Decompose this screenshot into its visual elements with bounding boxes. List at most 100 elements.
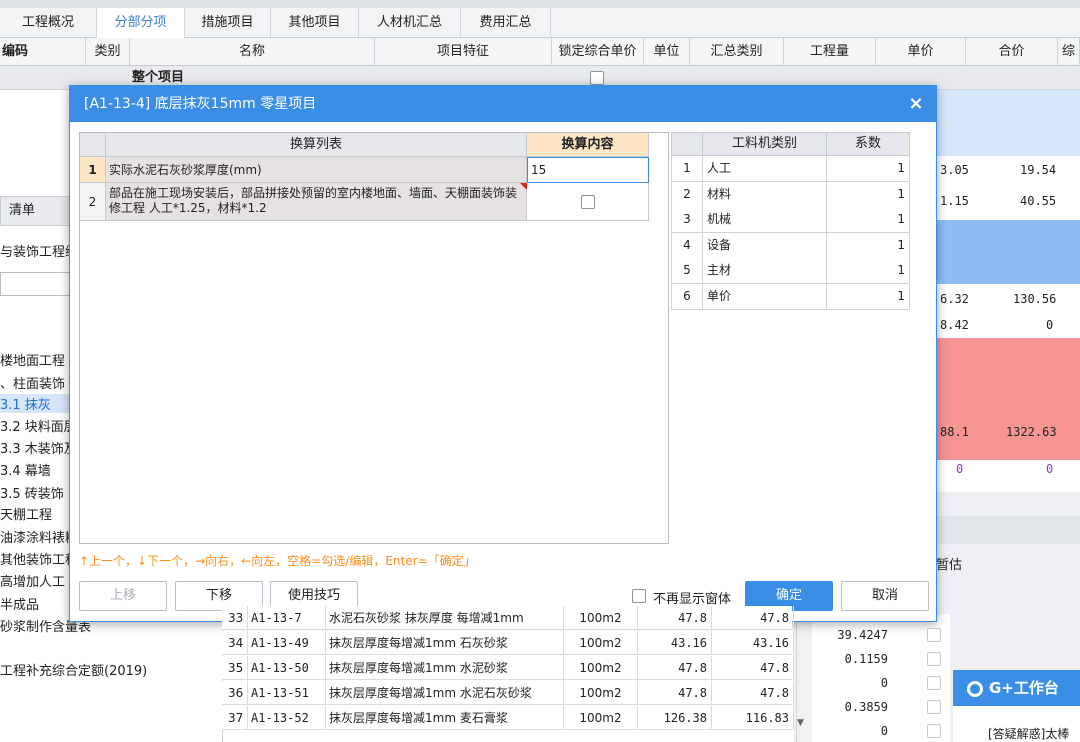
tree-item[interactable]: 半成品: [0, 594, 39, 613]
estimate-checkbox[interactable]: [927, 652, 941, 666]
row-number: 4: [671, 232, 703, 259]
header-code[interactable]: 编码: [0, 38, 86, 66]
category-cell[interactable]: 单价: [702, 283, 827, 310]
clear-tab[interactable]: 清单: [0, 196, 70, 226]
tree-item-selected[interactable]: 3.1 抹灰: [0, 394, 70, 413]
estimate-checkbox[interactable]: [927, 724, 941, 738]
unit-price-r5: 88.1: [940, 425, 969, 439]
total-r3: 130.56: [1013, 292, 1057, 306]
unit-price-r6: 0: [956, 462, 964, 476]
coefficient-cell[interactable]: 1: [826, 232, 910, 259]
category-cell[interactable]: 机械: [702, 207, 827, 233]
tree-search-input[interactable]: [0, 272, 75, 296]
tree-item[interactable]: 3.5 砖装饰: [0, 483, 64, 502]
cancel-button[interactable]: 取消: [841, 581, 929, 611]
header-extra[interactable]: 综: [1058, 38, 1080, 66]
quota-row[interactable]: 35 A1-13-50 抹灰层厚度每增减1mm 水泥砂浆 100m2 47.8 47.8: [222, 656, 794, 680]
tree-item[interactable]: 其他装饰工程: [0, 549, 78, 568]
header-summary-type[interactable]: 汇总类别: [690, 38, 784, 66]
quota-cell-p2: 47.8: [712, 656, 794, 680]
close-icon[interactable]: ×: [904, 86, 928, 122]
category-cell[interactable]: 设备: [702, 232, 827, 259]
coefficient-cell[interactable]: 1: [826, 156, 910, 182]
qa-text[interactable]: [答疑解惑]太棒: [988, 725, 1069, 742]
corner-cell: [80, 133, 106, 157]
sub-header-bg: [937, 516, 1080, 544]
keyboard-hint: ↑上一个，↓下一个，→向右，←向左，空格=勾选/编辑，Enter=「确定」: [79, 554, 476, 568]
tree-item[interactable]: 与装饰工程综: [0, 241, 78, 260]
quota-cell-num: 33: [222, 606, 248, 630]
comment-marker-icon: [520, 183, 527, 190]
tab-labor-material-summary[interactable]: 人材机汇总: [359, 8, 461, 38]
coefficient-cell[interactable]: 1: [826, 181, 910, 208]
lock-checkbox[interactable]: [590, 70, 604, 85]
header-type[interactable]: 类别: [86, 38, 130, 66]
header-quantity[interactable]: 工程量: [784, 38, 876, 66]
quota-cell-name: 抹灰层厚度每增减1mm 水泥砂浆: [326, 656, 564, 680]
tree-item[interactable]: 工程补充综合定额(2019): [0, 660, 147, 679]
tree-item[interactable]: 高增加人工: [0, 571, 65, 590]
tab-strip: [0, 0, 1080, 8]
total-r6: 0: [1046, 462, 1054, 476]
header-name[interactable]: 名称: [130, 38, 375, 66]
quota-cell-unit: 100m2: [564, 606, 638, 630]
row-number: 1: [80, 157, 106, 183]
unit-price-r3: 6.32: [940, 292, 969, 306]
tree-item[interactable]: 3.2 块料面层: [0, 416, 77, 435]
prefab-cell[interactable]: [527, 183, 649, 221]
quota-cell-unit: 100m2: [564, 656, 638, 680]
quota-row[interactable]: 36 A1-13-51 抹灰层厚度每增减1mm 水泥石灰砂浆 100m2 47.8 47.…: [222, 681, 794, 705]
header-conversion-content: 换算内容: [527, 133, 649, 157]
tree-item[interactable]: 天棚工程: [0, 504, 52, 523]
header-unit-price[interactable]: 单价: [876, 38, 966, 66]
quota-cell-code: A1-13-50: [248, 656, 326, 680]
corner-cell: [671, 132, 703, 156]
coefficient-cell[interactable]: 1: [826, 283, 910, 310]
move-up-button[interactable]: 上移: [79, 581, 167, 611]
no-show-label[interactable]: 不再显示窗体: [653, 588, 731, 607]
quota-row[interactable]: 34 A1-13-49 抹灰层厚度每增减1mm 石灰砂浆 100m2 43.16 43.1…: [222, 631, 794, 655]
coefficient-cell[interactable]: 1: [826, 258, 910, 284]
unit-price-r4: 8.42: [940, 318, 969, 332]
quota-cell-unit: 100m2: [564, 631, 638, 655]
estimate-checkbox[interactable]: [927, 676, 941, 690]
estimate-qty: 0.3859: [844, 700, 888, 714]
header-total[interactable]: 合价: [966, 38, 1058, 66]
no-show-checkbox[interactable]: [632, 588, 646, 603]
estimate-checkbox[interactable]: [927, 628, 941, 642]
tab-project-overview[interactable]: 工程概况: [0, 8, 97, 38]
header-category: 工料机类别: [702, 132, 827, 156]
quota-cell-name: 抹灰层厚度每增减1mm 石灰砂浆: [326, 631, 564, 655]
conversion-item-prefab[interactable]: 部品在施工现场安装后，部品拼接处预留的室内楼地面、墙面、天棚面装饰装修工程 人工…: [106, 183, 527, 221]
estimate-qty: 0: [880, 676, 888, 690]
tree-item[interactable]: 、柱面装饰: [0, 373, 65, 392]
header-unit[interactable]: 单位: [644, 38, 690, 66]
conversion-dialog: [A1-13-4] 底层抹灰15mm 零星项目 × 换算列表 换算内容 1 实际…: [69, 85, 937, 622]
coefficient-cell[interactable]: 1: [826, 207, 910, 233]
quota-row[interactable]: 37 A1-13-52 抹灰层厚度每增减1mm 麦石膏浆 100m2 126.38 116…: [222, 706, 794, 730]
header-lock-price[interactable]: 锁定综合单价: [552, 38, 644, 66]
quota-cell-p2: 116.83: [712, 706, 794, 730]
tab-section-items[interactable]: 分部分项: [97, 8, 185, 38]
tab-cost-summary[interactable]: 费用汇总: [461, 8, 551, 38]
estimate-qty: 39.4247: [837, 628, 888, 642]
thickness-input[interactable]: 15: [527, 157, 649, 183]
header-feature[interactable]: 项目特征: [375, 38, 552, 66]
quota-cell-p1: 47.8: [638, 681, 712, 705]
estimate-checkbox[interactable]: [927, 700, 941, 714]
conversion-item-thickness[interactable]: 实际水泥石灰砂浆厚度(mm): [106, 157, 527, 183]
tab-measures[interactable]: 措施项目: [185, 8, 271, 38]
tab-other-items[interactable]: 其他项目: [271, 8, 359, 38]
category-cell[interactable]: 材料: [702, 181, 827, 208]
category-cell[interactable]: 人工: [702, 156, 827, 182]
tree-item[interactable]: 3.4 幕墙: [0, 460, 51, 479]
prefab-checkbox[interactable]: [581, 195, 595, 209]
quota-row[interactable]: 33 A1-13-7 水泥石灰砂浆 抹灰厚度 每增减1mm 100m2 47.8 47.8: [222, 606, 794, 630]
scroll-down-icon[interactable]: ▼: [797, 718, 804, 728]
tree-item[interactable]: 3.3 木装饰及: [0, 438, 77, 457]
quota-cell-name: 水泥石灰砂浆 抹灰厚度 每增减1mm: [326, 606, 564, 630]
tree-item[interactable]: 楼地面工程: [0, 350, 65, 369]
tree-item[interactable]: 油漆涂料裱糊: [0, 527, 78, 546]
g-workbench-widget[interactable]: G+工作台: [953, 670, 1080, 706]
category-cell[interactable]: 主材: [702, 258, 827, 284]
